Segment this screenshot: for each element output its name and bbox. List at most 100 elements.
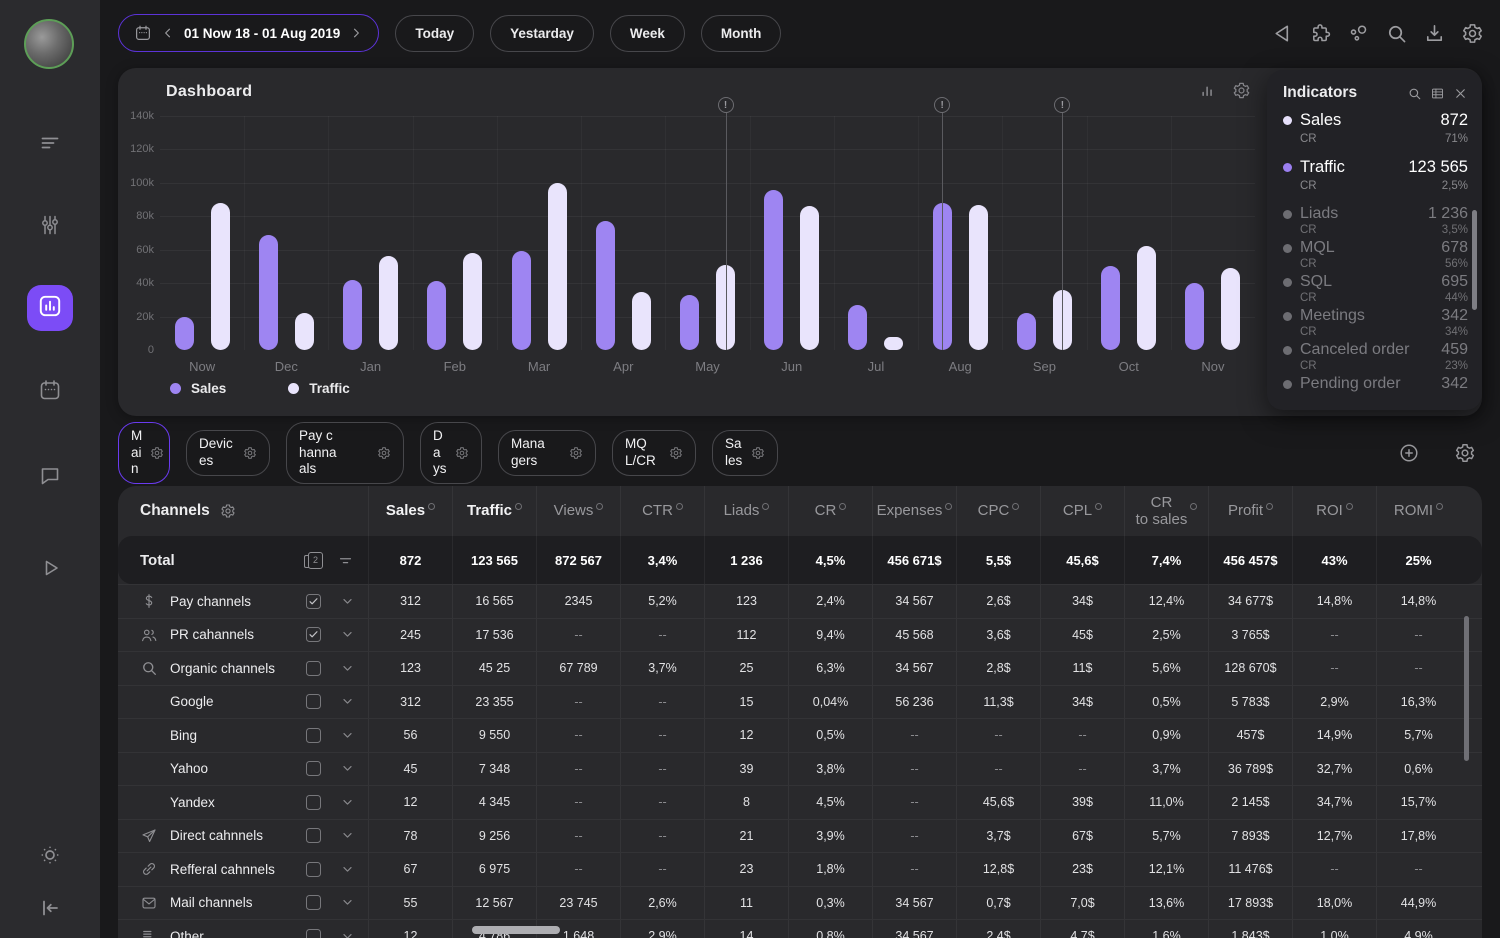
- row-checkbox[interactable]: [306, 795, 321, 810]
- indicators-close-icon[interactable]: [1453, 86, 1468, 101]
- indicator-sales[interactable]: Sales 872 CR71%: [1283, 111, 1468, 145]
- column-header-roi[interactable]: ROI: [1292, 486, 1376, 536]
- dashboard-settings-icon[interactable]: [1232, 81, 1251, 100]
- sales-bar[interactable]: [259, 235, 278, 350]
- info-icon[interactable]: [1266, 503, 1273, 510]
- download-icon[interactable]: [1423, 22, 1446, 45]
- play-icon[interactable]: [38, 556, 62, 580]
- quick-filter-week[interactable]: Week: [610, 15, 685, 52]
- row-checkbox[interactable]: [306, 661, 321, 676]
- chevron-down-icon[interactable]: [341, 796, 354, 809]
- chevron-down-icon[interactable]: [341, 829, 354, 842]
- tab-days[interactable]: Days: [420, 422, 482, 485]
- indicator-mql[interactable]: MQL 678 CR56%: [1283, 239, 1468, 270]
- chevron-down-icon[interactable]: [341, 628, 354, 641]
- table-row-yandex[interactable]: Yandex 124 345----84,5%--45,6$39$11,0%2 …: [118, 785, 1482, 819]
- column-header-ctr[interactable]: CTR: [620, 486, 704, 536]
- info-icon[interactable]: [839, 503, 846, 510]
- quick-filter-month[interactable]: Month: [701, 15, 781, 52]
- traffic-bar[interactable]: [211, 203, 230, 350]
- tab-pay-channaals[interactable]: Pay channaals: [286, 422, 404, 485]
- info-icon[interactable]: [1095, 503, 1102, 510]
- tab-main[interactable]: Main: [118, 422, 170, 485]
- indicator-canceled-order[interactable]: Canceled order 459 CR23%: [1283, 341, 1468, 372]
- filters-icon[interactable]: [38, 213, 62, 237]
- sales-bar[interactable]: [596, 221, 615, 350]
- column-header-cpc[interactable]: CPC: [956, 486, 1040, 536]
- add-tab-button[interactable]: [1398, 442, 1420, 464]
- sales-bar[interactable]: [1101, 266, 1120, 350]
- traffic-bar[interactable]: [1137, 246, 1156, 350]
- tab-settings-icon[interactable]: [243, 446, 257, 460]
- table-row-bing[interactable]: Bing 569 550----120,5%------0,9%457$14,9…: [118, 718, 1482, 752]
- table-row-yahoo[interactable]: Yahoo 457 348----393,8%------3,7%36 789$…: [118, 752, 1482, 786]
- puzzle-icon[interactable]: [1309, 22, 1332, 45]
- info-icon[interactable]: [762, 503, 769, 510]
- column-header-traffic[interactable]: Traffic: [452, 486, 536, 536]
- traffic-bar[interactable]: [1221, 268, 1240, 350]
- sales-bar[interactable]: !: [933, 203, 952, 350]
- tab-devices[interactable]: Devices: [186, 430, 270, 476]
- info-icon[interactable]: [596, 503, 603, 510]
- traffic-bar[interactable]: [632, 292, 651, 351]
- info-icon[interactable]: [945, 503, 952, 510]
- chevron-down-icon[interactable]: [341, 595, 354, 608]
- table-row-google[interactable]: Google 31223 355----150,04%56 23611,3$34…: [118, 685, 1482, 719]
- tab-sales[interactable]: Sales: [712, 430, 778, 476]
- indicator-sql[interactable]: SQL 695 CR44%: [1283, 273, 1468, 304]
- search-icon[interactable]: [1385, 22, 1408, 45]
- chat-icon[interactable]: [38, 463, 62, 487]
- tab-settings-icon[interactable]: [150, 446, 164, 460]
- chevron-down-icon[interactable]: [341, 762, 354, 775]
- tab-mql-cr[interactable]: MQL/CR: [612, 430, 696, 476]
- sales-bar[interactable]: [427, 281, 446, 350]
- table-row-other[interactable]: Other 124 7861 6482,9%140,8%34 5672,4$4,…: [118, 919, 1482, 938]
- table-row-direct-cahnnels[interactable]: Direct cahnnels 789 256----213,9%--3,7$6…: [118, 819, 1482, 853]
- back-icon[interactable]: [1271, 22, 1294, 45]
- share-icon[interactable]: [1347, 22, 1370, 45]
- row-checkbox[interactable]: [306, 828, 321, 843]
- sales-bar[interactable]: [1185, 283, 1204, 350]
- row-checkbox[interactable]: [306, 694, 321, 709]
- tab-managers[interactable]: Managers: [498, 430, 596, 476]
- traffic-bar[interactable]: !: [1053, 290, 1072, 350]
- tabs-settings-icon[interactable]: [1454, 442, 1476, 464]
- sales-bar[interactable]: [512, 251, 531, 350]
- mini-bar-chart-icon[interactable]: [1198, 81, 1217, 100]
- row-checkbox[interactable]: [306, 895, 321, 910]
- indicators-table-icon[interactable]: [1430, 86, 1445, 101]
- sidebar-calendar-icon[interactable]: [38, 378, 62, 402]
- tab-settings-icon[interactable]: [751, 446, 765, 460]
- table-scrollbar[interactable]: [1464, 616, 1469, 761]
- column-header-expenses[interactable]: Expenses: [872, 486, 956, 536]
- indicator-meetings[interactable]: Meetings 342 CR34%: [1283, 307, 1468, 338]
- traffic-bar[interactable]: [884, 337, 903, 350]
- sales-bar[interactable]: [848, 305, 867, 350]
- legend-item-sales[interactable]: Sales: [170, 381, 226, 396]
- chevron-down-icon[interactable]: [341, 695, 354, 708]
- sales-bar[interactable]: [343, 280, 362, 350]
- sales-bar[interactable]: [175, 317, 194, 350]
- table-settings-icon[interactable]: [220, 503, 236, 519]
- column-header-cpl[interactable]: CPL: [1040, 486, 1124, 536]
- filter-icon[interactable]: [337, 552, 354, 569]
- traffic-bar[interactable]: [548, 183, 567, 350]
- quick-filter-yestarday[interactable]: Yestarday: [490, 15, 594, 52]
- traffic-bar[interactable]: [800, 206, 819, 350]
- avatar[interactable]: [24, 19, 74, 69]
- table-row-pay-channels[interactable]: Pay channels 31216 56523455,2%1232,4%34 …: [118, 584, 1482, 618]
- column-header-sales[interactable]: Sales: [368, 486, 452, 536]
- indicators-search-icon[interactable]: [1407, 86, 1422, 101]
- date-next-icon[interactable]: [349, 26, 363, 40]
- row-checkbox[interactable]: [306, 728, 321, 743]
- chevron-down-icon[interactable]: [341, 930, 354, 938]
- info-icon[interactable]: [676, 503, 683, 510]
- row-checkbox[interactable]: [306, 862, 321, 877]
- chevron-down-icon[interactable]: [341, 662, 354, 675]
- table-row-mail-channels[interactable]: Mail channels 5512 56723 7452,6%110,3%34…: [118, 886, 1482, 920]
- table-row-refferal-cahnnels[interactable]: Refferal cahnnels 676 975----231,8%--12,…: [118, 852, 1482, 886]
- info-icon[interactable]: [515, 503, 522, 510]
- tab-settings-icon[interactable]: [669, 446, 683, 460]
- chevron-down-icon[interactable]: [341, 729, 354, 742]
- indicator-liads[interactable]: Liads 1 236 CR3,5%: [1283, 205, 1468, 236]
